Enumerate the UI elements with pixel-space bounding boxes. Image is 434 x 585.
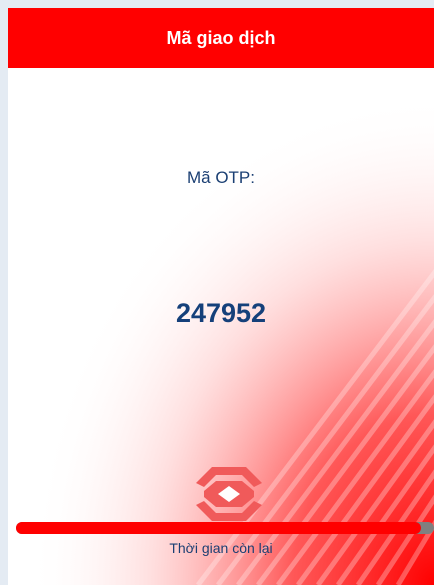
countdown-progress-fill — [16, 522, 422, 534]
page-title: Mã giao dịch — [8, 8, 434, 68]
otp-screen: Mã giao dịch Mã OTP: 247952 Thời gian cò… — [8, 8, 434, 585]
bank-logo-icon — [196, 467, 262, 521]
otp-label: Mã OTP: — [186, 168, 255, 187]
otp-code: 247952 — [175, 298, 267, 328]
countdown-progress-bar — [16, 522, 434, 534]
time-remaining-label: Thời gian còn lại — [169, 540, 273, 556]
